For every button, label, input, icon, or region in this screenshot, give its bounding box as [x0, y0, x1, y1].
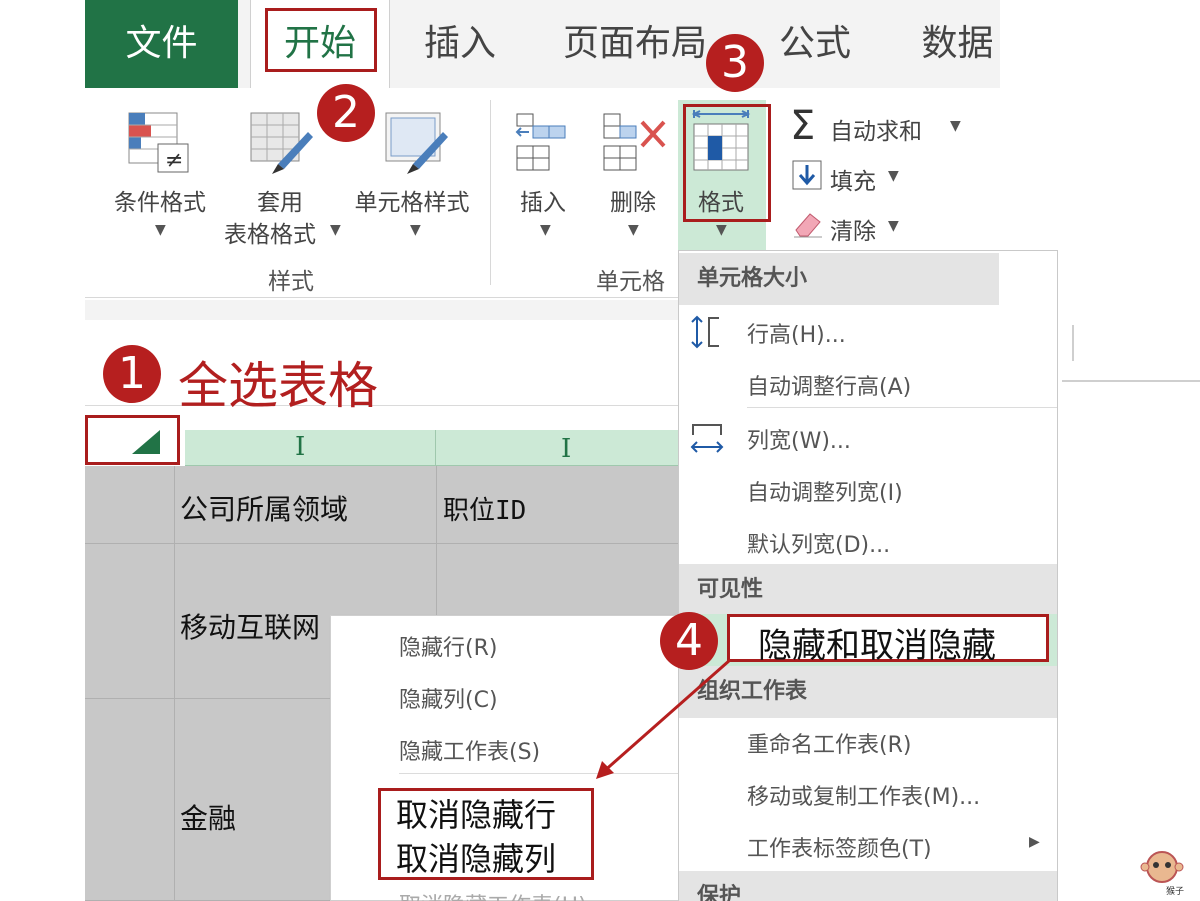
menu-item-column-width[interactable]: 列宽(W)... — [747, 423, 851, 455]
format-as-table-label-1: 套用 — [257, 190, 303, 216]
menu-item-row-height[interactable]: 行高(H)... — [747, 317, 846, 349]
menu-item-tab-color[interactable]: 工作表标签颜色(T) — [747, 831, 932, 863]
menu-section-visibility: 可见性 — [679, 564, 1057, 616]
callout-hide-unhide-text: 隐藏和取消隐藏 — [758, 626, 996, 666]
monkey-logo-icon — [1140, 851, 1184, 883]
watermark-text: 猴子 — [1166, 887, 1185, 897]
highlight-format-button — [683, 104, 771, 222]
callout-unhide-rows-text: 取消隐藏行 — [396, 796, 557, 834]
text-cursor-icon: I — [561, 434, 572, 464]
right-divider-tick — [1072, 325, 1074, 361]
tab-page-layout[interactable]: 页面布局 — [560, 0, 710, 88]
column-separator — [435, 430, 436, 466]
menu-separator — [747, 407, 1057, 408]
menu-item-hide-rows[interactable]: 隐藏行(R) — [399, 630, 497, 662]
insert-cells-label: 插入 — [520, 190, 566, 216]
menu-item-autofit-row-height[interactable]: 自动调整行高(A) — [747, 369, 911, 401]
menu-item-rename-sheet[interactable]: 重命名工作表(R) — [747, 727, 911, 759]
table-header-cell[interactable]: 公司所属领域 — [175, 466, 437, 544]
step-badge-3: 3 — [706, 34, 764, 92]
cells-group-label: 单元格 — [596, 269, 665, 295]
row-header-cell[interactable] — [85, 699, 175, 901]
tab-formulas[interactable]: 公式 — [770, 0, 860, 88]
delete-cells-icon — [603, 113, 666, 171]
clear-label: 清除 — [830, 219, 876, 245]
insert-cells-icon — [515, 113, 566, 171]
menu-section-protect: 保护 — [679, 871, 1057, 901]
sigma-icon: Σ — [790, 103, 816, 149]
menu-item-hide-columns[interactable]: 隐藏列(C) — [399, 682, 498, 714]
highlight-home-tab — [265, 8, 377, 72]
menu-item-move-copy-sheet[interactable]: 移动或复制工作表(M)... — [747, 779, 980, 811]
eraser-icon — [794, 213, 822, 238]
watermark-logo: 猴子 — [1140, 850, 1185, 897]
callout-unhide-cols-text: 取消隐藏列 — [396, 840, 557, 878]
column-width-icon — [690, 424, 724, 453]
tab-file[interactable]: 文件 — [85, 0, 238, 88]
chevron-down-icon: ▼ — [628, 222, 639, 238]
step-badge-2: 2 — [317, 84, 375, 142]
chevron-down-icon: ▼ — [950, 118, 961, 134]
conditional-format-icon: ≠ — [128, 112, 189, 173]
svg-text:≠: ≠ — [165, 148, 183, 173]
right-divider-line — [1062, 380, 1200, 382]
tab-insert[interactable]: 插入 — [410, 0, 510, 88]
text-cursor-icon: I — [295, 432, 306, 462]
cell-styles-icon — [385, 112, 448, 174]
annotation-select-all: 全选表格 — [178, 357, 378, 415]
menu-item-autofit-column-width[interactable]: 自动调整列宽(I) — [747, 475, 903, 507]
menu-item-unhide-sheet[interactable]: 取消隐藏工作表(H) — [399, 888, 587, 901]
menu-item-default-width[interactable]: 默认列宽(D)... — [747, 527, 890, 559]
chevron-right-icon: ▶ — [1029, 834, 1040, 850]
styles-group-label: 样式 — [268, 269, 314, 295]
menu-section-cell-size: 单元格大小 — [679, 253, 999, 305]
sheet-divider — [85, 405, 685, 406]
chevron-down-icon: ▼ — [888, 168, 899, 184]
ribbon-separator — [490, 100, 491, 285]
fill-label: 填充 — [830, 169, 876, 195]
delete-cells-label: 删除 — [610, 190, 656, 216]
chevron-down-icon: ▼ — [540, 222, 551, 238]
select-all-corner[interactable] — [85, 415, 180, 465]
table-header-cell[interactable]: 职位ID — [437, 466, 685, 544]
chevron-down-icon: ▼ — [888, 218, 899, 234]
step-badge-1: 1 — [103, 345, 161, 403]
table-format-icon — [250, 112, 313, 174]
select-all-triangle-icon — [132, 430, 160, 454]
chevron-down-icon: ▼ — [410, 222, 421, 238]
row-header-cell[interactable] — [85, 544, 175, 699]
format-as-table-label-2: 表格格式 — [224, 222, 316, 248]
cell-styles-label: 单元格样式 — [354, 190, 470, 216]
row-height-icon — [691, 315, 719, 349]
menu-item-hide-sheet[interactable]: 隐藏工作表(S) — [399, 734, 540, 766]
tab-data[interactable]: 数据 — [915, 0, 1000, 88]
chevron-down-icon: ▼ — [155, 222, 166, 238]
formula-bar-strip — [85, 300, 685, 320]
callout-arrow — [596, 658, 731, 779]
conditional-format-label: 条件格式 — [114, 190, 206, 216]
autosum-label: 自动求和 — [830, 119, 922, 145]
chevron-down-icon: ▼ — [716, 222, 727, 238]
step-badge-4: 4 — [660, 612, 718, 670]
column-header-row: I I — [185, 430, 685, 466]
row-header-cell[interactable] — [85, 466, 175, 544]
fill-down-icon — [792, 160, 822, 190]
chevron-down-icon: ▼ — [330, 222, 341, 238]
format-dropdown-menu: 单元格大小 行高(H)... 自动调整行高(A) 列宽(W)... 自动调整列宽… — [678, 250, 1058, 901]
